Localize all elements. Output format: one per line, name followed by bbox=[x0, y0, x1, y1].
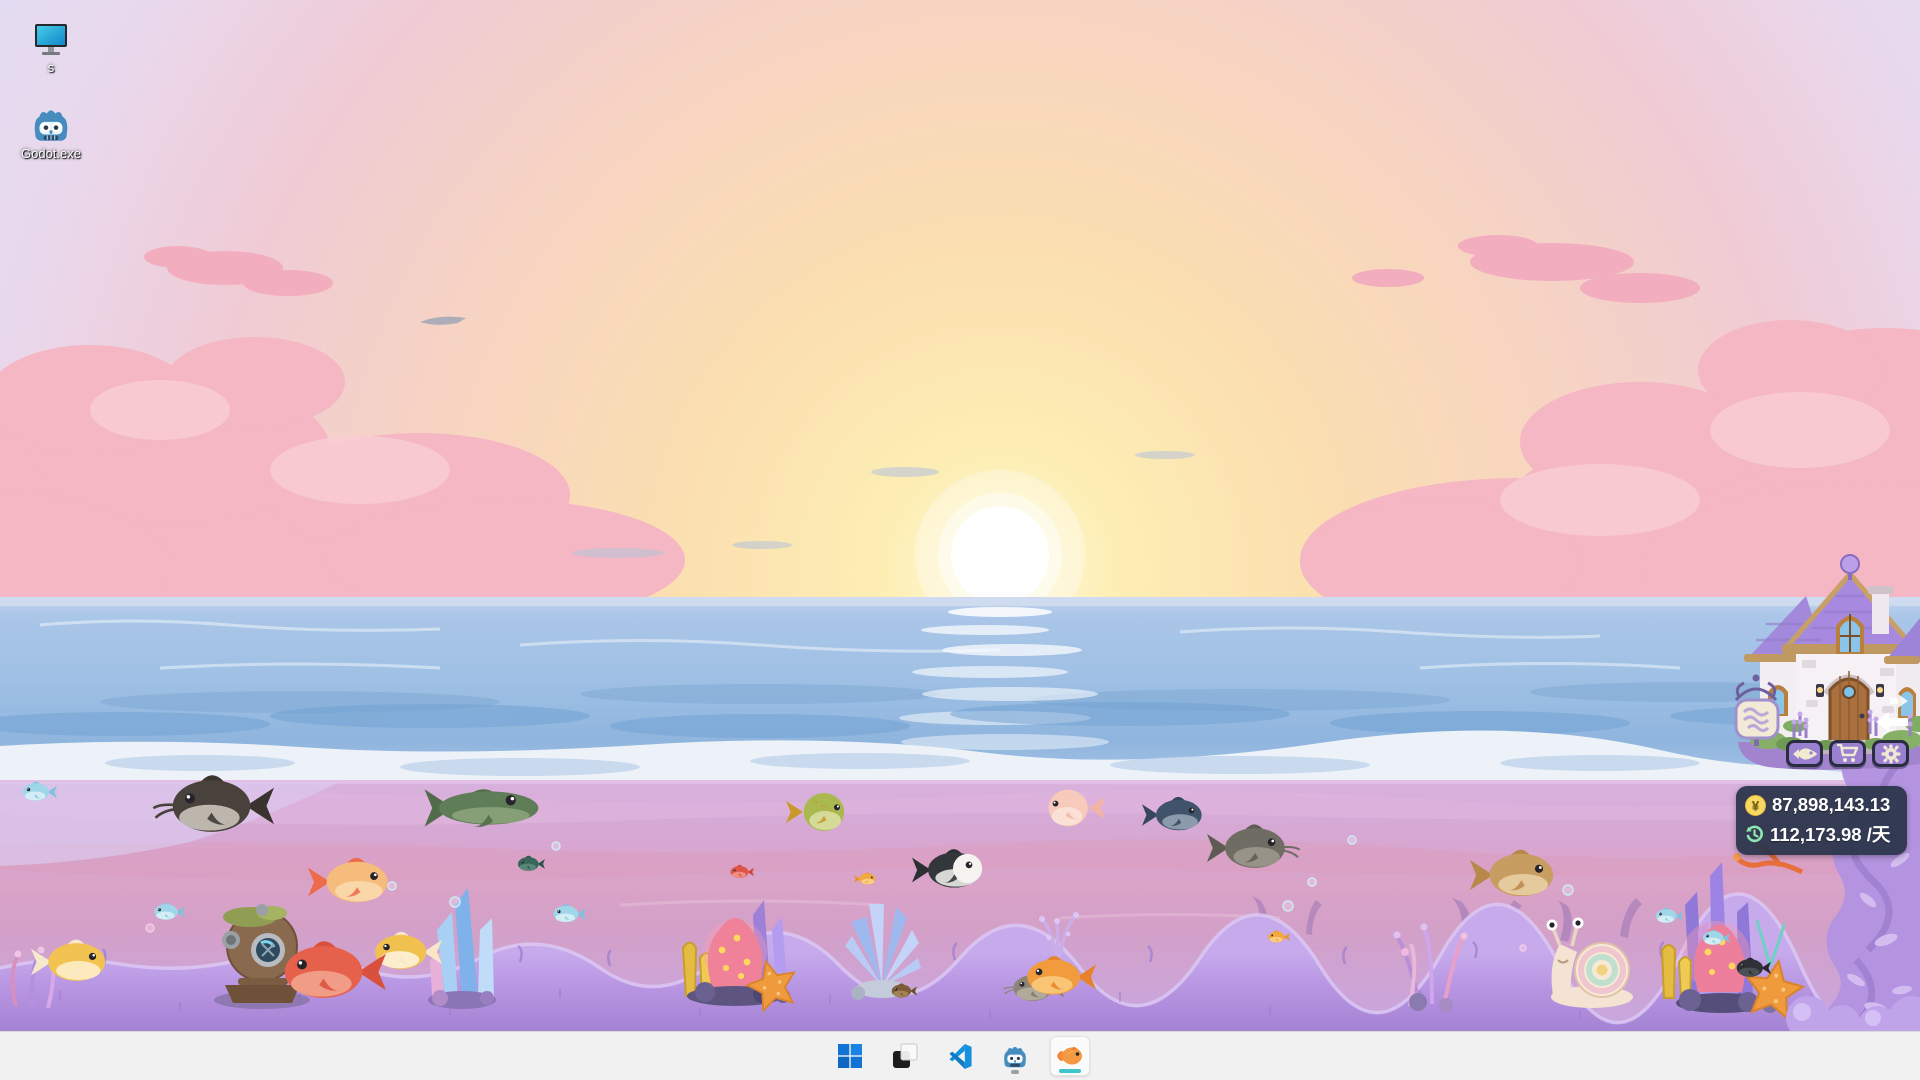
taskbar-vscode[interactable] bbox=[940, 1036, 980, 1076]
taskbar-godot[interactable] bbox=[995, 1036, 1035, 1076]
cart-icon bbox=[1837, 744, 1859, 763]
money-row: ¥ 87,898,143.13 bbox=[1745, 794, 1897, 816]
monitor-icon bbox=[31, 22, 71, 58]
godot-icon bbox=[30, 104, 72, 144]
fish-inventory-button[interactable] bbox=[1786, 740, 1823, 767]
taskbar bbox=[0, 1031, 1920, 1080]
goldfish-icon bbox=[1055, 1044, 1085, 1068]
taskbar-app-squares[interactable] bbox=[885, 1036, 925, 1076]
godot-icon bbox=[1001, 1043, 1029, 1069]
income-rate: 112,173.98 /天 bbox=[1770, 821, 1890, 847]
gear-icon bbox=[1881, 744, 1901, 764]
settings-button[interactable] bbox=[1872, 740, 1909, 767]
money-amount: 87,898,143.13 bbox=[1772, 794, 1890, 816]
fish-icon bbox=[1792, 746, 1818, 762]
windows-start-icon bbox=[837, 1043, 863, 1069]
desktop-icon-label: Godot.exe bbox=[21, 147, 81, 161]
coin-icon: ¥ bbox=[1745, 795, 1766, 816]
desktop: s Godot.exe ¥ 87,898,143.13 bbox=[0, 0, 1920, 1080]
desktop-icon-label: s bbox=[48, 61, 55, 75]
taskbar-start-button[interactable] bbox=[830, 1036, 870, 1076]
income-clock-icon bbox=[1745, 825, 1764, 844]
vscode-icon bbox=[947, 1043, 973, 1070]
game-scene bbox=[0, 0, 1920, 1032]
taskbar-fish-game[interactable] bbox=[1050, 1036, 1090, 1076]
overlapping-squares-icon bbox=[891, 1042, 919, 1070]
desktop-icon-monitor[interactable]: s bbox=[3, 22, 99, 75]
active-indicator bbox=[1059, 1069, 1081, 1073]
desktop-icon-godot[interactable]: Godot.exe bbox=[3, 104, 99, 161]
currency-panel: ¥ 87,898,143.13 112,173.98 /天 bbox=[1736, 786, 1907, 855]
ocean bbox=[0, 597, 1920, 782]
running-indicator bbox=[1011, 1070, 1019, 1074]
income-row: 112,173.98 /天 bbox=[1745, 821, 1897, 847]
shop-button[interactable] bbox=[1829, 740, 1866, 767]
